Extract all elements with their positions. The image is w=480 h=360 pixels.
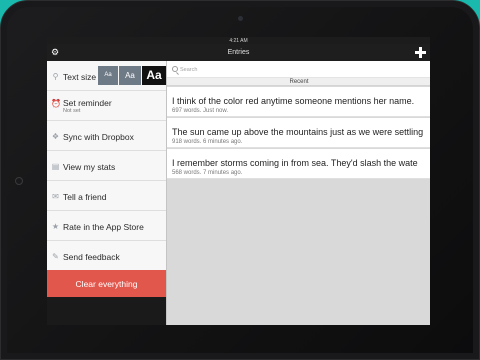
tab-recent[interactable]: Recent: [167, 78, 430, 86]
home-button[interactable]: [15, 177, 23, 185]
search-icon: [172, 66, 178, 72]
text-size-label: Text size: [63, 72, 97, 82]
alarm-clock-icon: ⏰: [51, 99, 61, 108]
entry-preview: I think of the color red anytime someone…: [172, 96, 415, 106]
dropbox-icon: ❖: [51, 132, 60, 141]
entry-meta: 918 words. 6 minutes ago.: [172, 139, 243, 145]
status-bar: 4:21 AM: [47, 37, 430, 44]
entry-preview: I remember storms coming in from sea. Th…: [172, 158, 418, 168]
sidebar-item-label: View my stats: [63, 162, 116, 172]
list-item[interactable]: I think of the color red anytime someone…: [167, 87, 430, 117]
sidebar-item-label: Rate in the App Store: [63, 222, 144, 232]
text-size-row: ⚲ Text size Aa Aa Aa: [47, 61, 166, 91]
entry-meta: 697 words. Just now.: [172, 108, 229, 114]
text-size-large-button[interactable]: Aa: [142, 66, 166, 85]
sidebar-footer: [47, 297, 166, 325]
stats-chart-icon: ▤: [51, 162, 60, 171]
list-item[interactable]: The sun came up above the mountains just…: [167, 118, 430, 148]
sidebar-item-send-feedback[interactable]: ✎ Send feedback: [47, 241, 166, 271]
sidebar-item-set-reminder[interactable]: ⏰ Set reminder Not set: [47, 91, 166, 121]
entry-preview: The sun came up above the mountains just…: [172, 127, 424, 137]
search-input[interactable]: [180, 65, 420, 74]
sidebar-item-tell-friend[interactable]: ✉ Tell a friend: [47, 181, 166, 211]
list-item[interactable]: I remember storms coming in from sea. Th…: [167, 149, 430, 179]
sidebar-item-label: Send feedback: [63, 252, 120, 262]
page-title: Entries: [227, 49, 250, 56]
text-size-medium-button[interactable]: Aa: [119, 66, 141, 85]
sidebar-item-label: Sync with Dropbox: [63, 132, 134, 142]
entry-meta: 568 words. 7 minutes ago.: [172, 170, 243, 176]
app-screen: 4:21 AM ⚙ Entries ⚲ Text size Aa Aa Aa ⏰…: [47, 37, 430, 325]
status-time: 4:21 AM: [229, 37, 248, 44]
settings-sidebar: ⚲ Text size Aa Aa Aa ⏰ Set reminder Not …: [47, 61, 166, 325]
sidebar-item-label: Tell a friend: [63, 192, 107, 202]
sidebar-item-label: Set reminder: [63, 98, 112, 108]
text-size-small-button[interactable]: Aa: [98, 66, 118, 85]
sidebar-item-rate-app[interactable]: ★ Rate in the App Store: [47, 211, 166, 241]
sidebar-item-sync-dropbox[interactable]: ❖ Sync with Dropbox: [47, 121, 166, 151]
star-icon: ★: [51, 222, 60, 231]
entries-panel: Recent I think of the color red anytime …: [166, 61, 430, 325]
clear-everything-button[interactable]: Clear everything: [47, 270, 166, 297]
sidebar-item-view-stats[interactable]: ▤ View my stats: [47, 151, 166, 181]
search-bar: [167, 61, 430, 78]
mail-icon: ✉: [52, 192, 59, 201]
feedback-icon: ✎: [52, 252, 59, 261]
reminder-status: Not set: [63, 108, 81, 114]
nav-bar: ⚙ Entries: [47, 44, 430, 61]
camera-icon: [238, 16, 243, 21]
plus-icon[interactable]: [414, 46, 426, 58]
magnifier-icon: ⚲: [52, 72, 59, 81]
